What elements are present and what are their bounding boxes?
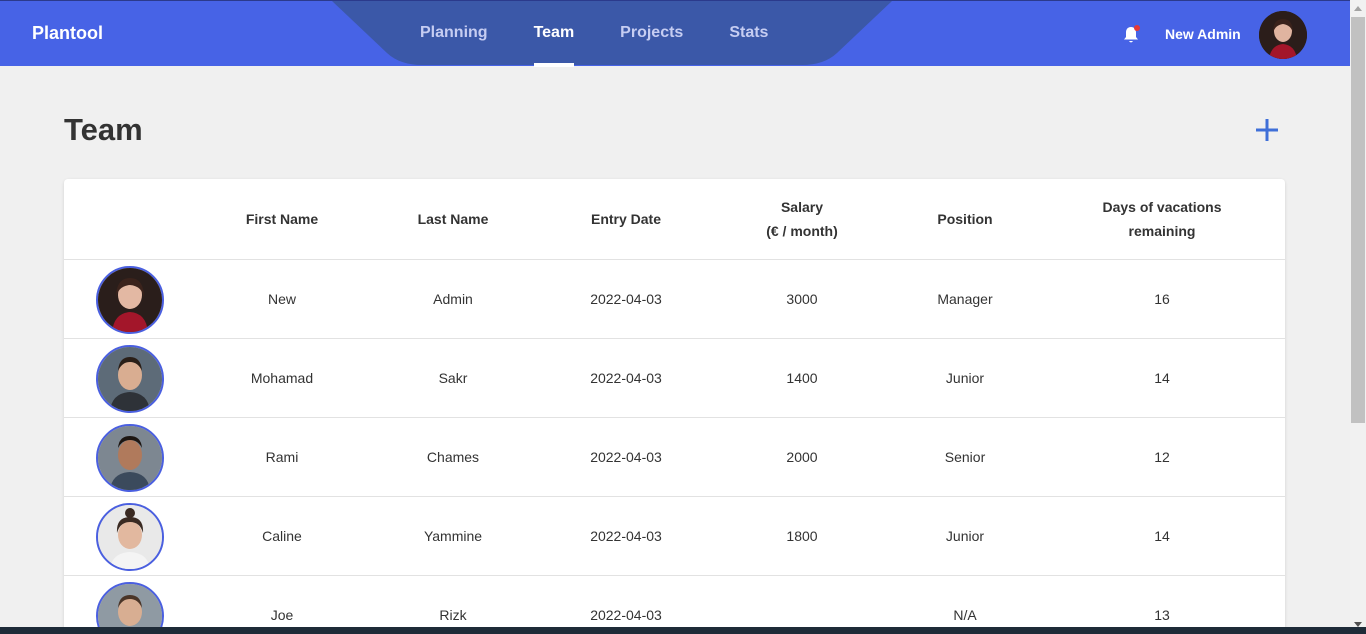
- table-row[interactable]: Mohamad Sakr 2022-04-03 1400 Junior 14: [64, 339, 1285, 418]
- add-member-button[interactable]: [1254, 117, 1280, 143]
- cell-vacation-days: 13: [1154, 607, 1170, 623]
- cell-vacation-days: 16: [1154, 291, 1170, 307]
- cell-salary: [716, 576, 888, 634]
- member-avatar: [96, 266, 164, 334]
- cell-vacation-days: 14: [1154, 370, 1170, 386]
- scroll-up-arrow-icon[interactable]: [1354, 6, 1362, 11]
- cell-position: N/A: [953, 607, 977, 623]
- table-header: First Name Last Name Entry Date Salary (…: [64, 179, 1285, 260]
- table-row[interactable]: Joe Rizk 2022-04-03 N/A 13: [64, 576, 1285, 634]
- header-vacation-days[interactable]: Days of vacations remaining: [1042, 179, 1282, 259]
- table-row[interactable]: New Admin 2022-04-03 3000 Manager 16: [64, 260, 1285, 339]
- user-name[interactable]: New Admin: [1165, 26, 1241, 42]
- cell-position: Junior: [945, 528, 985, 544]
- cell-vacation-days: 14: [1154, 528, 1170, 544]
- cell-first-name: Mohamad: [250, 370, 314, 386]
- header-entry-date[interactable]: Entry Date: [536, 179, 716, 259]
- notification-dot: [1134, 25, 1140, 31]
- nav-projects[interactable]: Projects: [620, 1, 683, 67]
- os-taskbar: [0, 627, 1366, 634]
- top-navbar: Plantool Planning Team Projects Stats Ne…: [0, 0, 1350, 67]
- cell-last-name: Sakr: [438, 370, 468, 386]
- cell-first-name: Caline: [262, 528, 302, 544]
- cell-first-name: New: [267, 291, 296, 307]
- nav-planning[interactable]: Planning: [420, 1, 488, 67]
- header-days-line2: remaining: [1128, 223, 1196, 239]
- main-nav: Planning Team Projects Stats: [420, 1, 814, 67]
- nav-stats[interactable]: Stats: [729, 1, 768, 67]
- member-avatar: [96, 424, 164, 492]
- cell-first-name: Joe: [270, 607, 294, 623]
- member-avatar: [96, 503, 164, 571]
- cell-last-name: Chames: [426, 449, 480, 465]
- table-row[interactable]: Caline Yammine 2022-04-03 1800 Junior 14: [64, 497, 1285, 576]
- header-first-name[interactable]: First Name: [194, 179, 370, 259]
- header-salary[interactable]: Salary (€ / month): [716, 179, 888, 259]
- page-scrollbar-thumb[interactable]: [1351, 17, 1365, 423]
- cell-last-name: Yammine: [423, 528, 483, 544]
- cell-position: Senior: [944, 449, 986, 465]
- brand-logo[interactable]: Plantool: [32, 23, 103, 44]
- cell-entry-date: 2022-04-03: [590, 449, 662, 465]
- table-row[interactable]: Rami Chames 2022-04-03 2000 Senior 12: [64, 418, 1285, 497]
- cell-salary: 2000: [786, 449, 818, 465]
- bell-icon[interactable]: [1122, 25, 1140, 45]
- cell-position: Manager: [937, 291, 993, 307]
- cell-entry-date: 2022-04-03: [590, 370, 662, 386]
- cell-first-name: Rami: [265, 449, 299, 465]
- cell-last-name: Rizk: [439, 607, 467, 623]
- cell-entry-date: 2022-04-03: [590, 607, 662, 623]
- user-avatar[interactable]: [1259, 11, 1307, 59]
- header-days-line1: Days of vacations: [1102, 199, 1222, 215]
- header-salary-line2: (€ / month): [766, 223, 838, 239]
- header-salary-line1: Salary: [780, 199, 824, 215]
- header-last-name[interactable]: Last Name: [370, 179, 536, 259]
- cell-salary: 1400: [786, 370, 818, 386]
- cell-salary: 3000: [786, 291, 818, 307]
- header-position[interactable]: Position: [888, 179, 1042, 259]
- member-avatar: [96, 345, 164, 413]
- cell-vacation-days: 12: [1154, 449, 1170, 465]
- page-title: Team: [64, 112, 143, 147]
- cell-entry-date: 2022-04-03: [590, 291, 662, 307]
- nav-team[interactable]: Team: [533, 1, 574, 67]
- cell-entry-date: 2022-04-03: [590, 528, 662, 544]
- cell-last-name: Admin: [433, 291, 473, 307]
- cell-position: Junior: [945, 370, 985, 386]
- team-table: First Name Last Name Entry Date Salary (…: [64, 179, 1285, 634]
- cell-salary: 1800: [786, 528, 818, 544]
